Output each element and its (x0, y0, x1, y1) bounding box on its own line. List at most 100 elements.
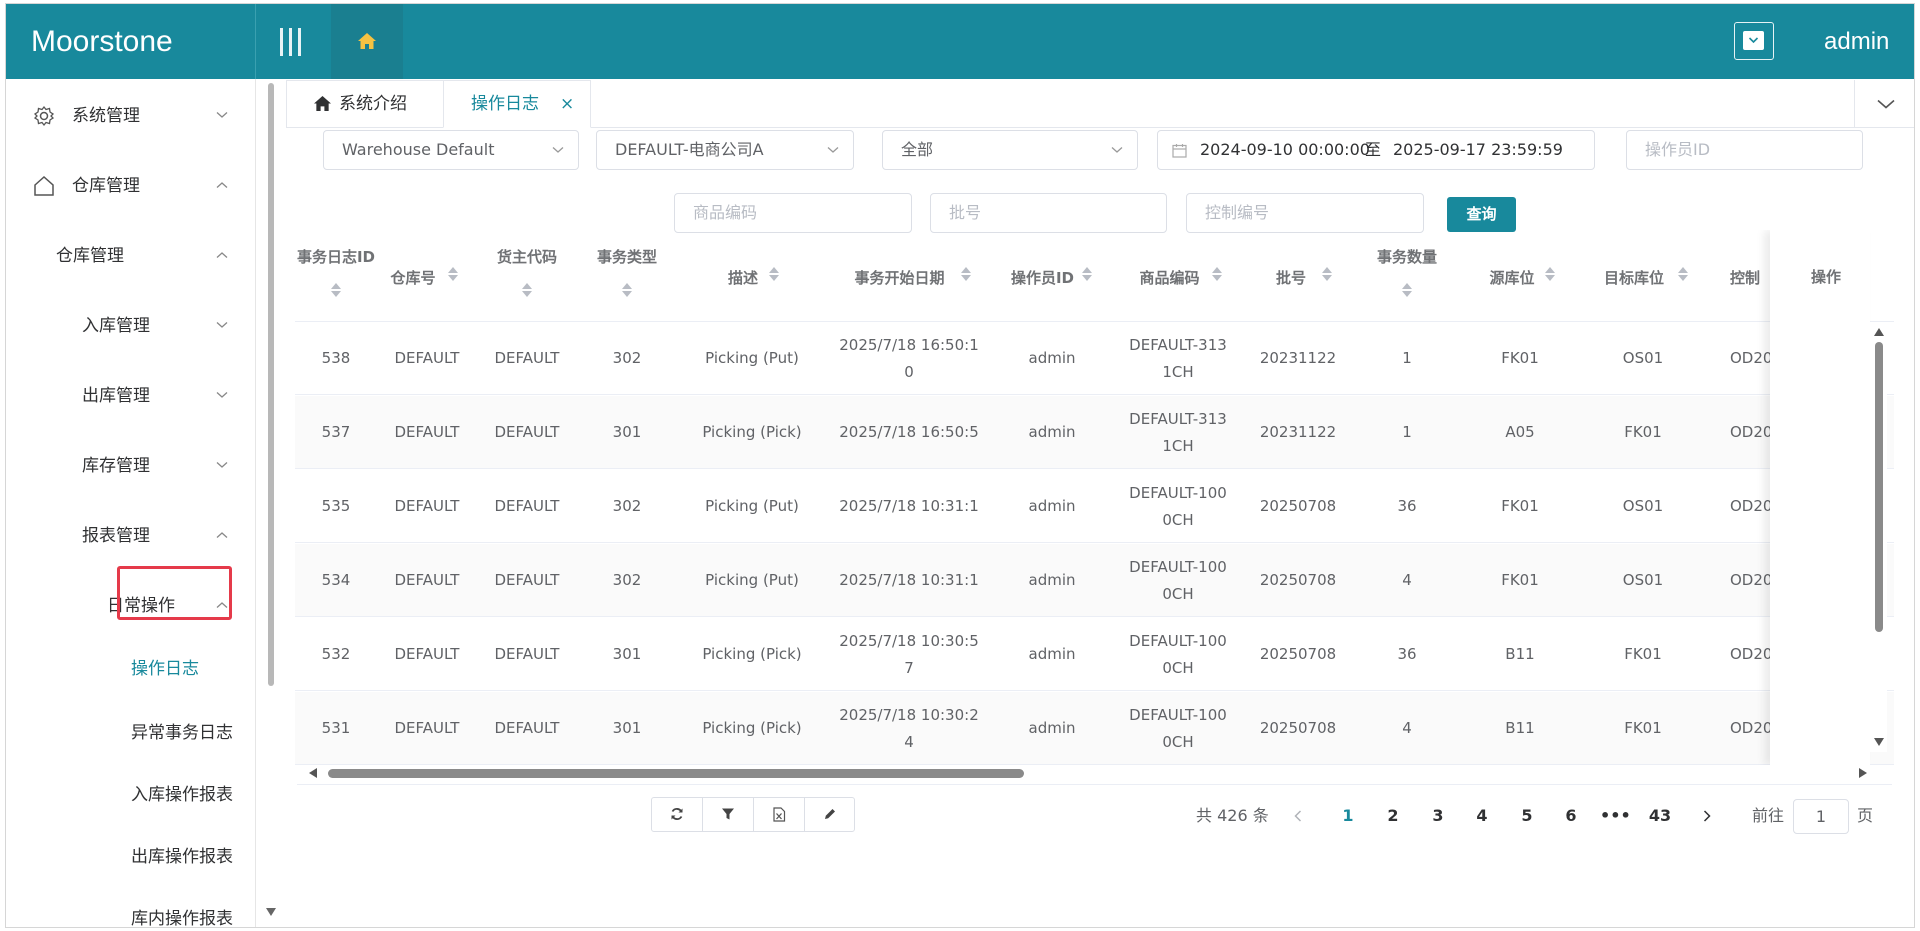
sidebar-item-warehouse[interactable]: 仓库管理 (6, 166, 236, 206)
sidebar-item-operation-log[interactable]: 操作日志 (6, 649, 236, 689)
column-header-warehouse[interactable]: 仓库号 (377, 230, 477, 318)
sidebar-scrollbar-thumb[interactable] (268, 83, 274, 686)
column-header-control[interactable]: 控制 (1707, 230, 1777, 318)
query-button[interactable]: 查询 (1447, 197, 1516, 232)
warehouse-select[interactable]: Warehouse Default (323, 130, 579, 170)
transaction-type-select[interactable]: 全部 (882, 130, 1138, 170)
scroll-down-arrow-icon[interactable] (1874, 738, 1884, 746)
sidebar-item-inbound-report[interactable]: 入库操作报表 (6, 775, 236, 815)
sort-icon[interactable] (622, 283, 632, 297)
goto-page-input[interactable]: 1 (1793, 799, 1849, 834)
table-row[interactable]: 537 DEFAULT DEFAULT 301 Picking (Pick) 2025/7… (295, 396, 1894, 469)
chevron-down-icon (552, 147, 564, 153)
sort-icon[interactable] (1678, 267, 1688, 281)
column-header-label: 事务日志ID (296, 248, 376, 266)
prev-page-button[interactable] (1288, 802, 1308, 830)
cell-type: 302 (612, 497, 642, 515)
column-header-description[interactable]: 描述 (677, 230, 827, 318)
operator-id-input[interactable]: 操作员ID (1626, 130, 1863, 170)
date-separator: 至 (1365, 140, 1382, 159)
page-number[interactable]: 6 (1556, 802, 1586, 830)
table-row[interactable]: 535 DEFAULT DEFAULT 302 Picking (Put) 2025/7/… (295, 470, 1894, 543)
owner-select[interactable]: DEFAULT-电商公司A (596, 130, 854, 170)
table-row[interactable]: 531 DEFAULT DEFAULT 301 Picking (Pick) 2025/7… (295, 692, 1894, 765)
control-no-input[interactable]: 控制编号 (1186, 193, 1424, 233)
column-header-type[interactable]: 事务类型 (577, 230, 677, 318)
sidebar-item-reports[interactable]: 报表管理 (6, 516, 236, 556)
sidebar-item-warehouse-sub[interactable]: 仓库管理 (6, 236, 236, 276)
chevron-up-icon (216, 182, 228, 188)
scroll-down-arrow-icon[interactable] (266, 908, 276, 916)
page-number[interactable]: 4 (1467, 802, 1497, 830)
current-user[interactable]: admin (1824, 4, 1889, 79)
chevron-up-icon (216, 252, 228, 258)
sidebar-item-label: 仓库管理 (56, 246, 124, 266)
vertical-scrollbar-thumb[interactable] (1875, 342, 1883, 632)
scroll-right-arrow-icon[interactable] (1859, 768, 1867, 778)
export-excel-button[interactable] (754, 798, 805, 831)
tabs-menu-button[interactable] (1854, 80, 1914, 128)
sidebar-item-inventory[interactable]: 库存管理 (6, 446, 236, 486)
sort-icon[interactable] (961, 267, 971, 281)
page-number[interactable]: 43 (1645, 802, 1675, 830)
cell-sku: DEFAULT-313 1CH (1129, 409, 1227, 455)
sidebar-item-internal-report[interactable]: 库内操作报表 (6, 899, 236, 927)
column-header-target-loc[interactable]: 目标库位 (1579, 230, 1707, 318)
sort-icon[interactable] (1545, 267, 1555, 281)
column-header-operator[interactable]: 操作员ID (991, 230, 1113, 318)
cell-warehouse: DEFAULT (394, 497, 460, 515)
sku-input[interactable]: 商品编码 (674, 193, 912, 233)
sort-icon[interactable] (331, 283, 341, 297)
lot-input[interactable]: 批号 (930, 193, 1167, 233)
user-dropdown-button[interactable] (1734, 22, 1774, 60)
scroll-left-arrow-icon[interactable] (309, 768, 317, 778)
sort-icon[interactable] (1082, 267, 1092, 281)
page-number[interactable]: 2 (1378, 802, 1408, 830)
sidebar-item-label: 异常事务日志 (131, 723, 233, 743)
table-row[interactable]: 538 DEFAULT DEFAULT 302 Picking (Put) 2025/7/… (295, 322, 1894, 395)
table-horizontal-scrollbar[interactable] (297, 765, 1892, 781)
tab-operation-log[interactable]: 操作日志 × (443, 80, 591, 128)
cell-operator: admin (1028, 423, 1076, 441)
sidebar-item-exception-log[interactable]: 异常事务日志 (6, 713, 236, 753)
column-header-lot[interactable]: 批号 (1243, 230, 1353, 318)
home-nav-button[interactable] (331, 4, 403, 79)
cell-source-loc: B11 (1505, 645, 1535, 663)
column-header-log-id[interactable]: 事务日志ID (295, 230, 377, 318)
page-number[interactable]: 3 (1423, 802, 1453, 830)
table-vertical-scrollbar[interactable] (1870, 322, 1887, 752)
menu-toggle-icon[interactable] (280, 28, 306, 56)
table-row[interactable]: 534 DEFAULT DEFAULT 302 Picking (Put) 2025/7/… (295, 544, 1894, 617)
column-header-quantity[interactable]: 事务数量 (1353, 230, 1461, 318)
sort-icon[interactable] (448, 267, 458, 281)
refresh-button[interactable] (652, 798, 703, 831)
scroll-up-arrow-icon[interactable] (1874, 328, 1884, 336)
edit-button[interactable] (805, 798, 856, 831)
sort-icon[interactable] (1402, 283, 1412, 297)
horizontal-scrollbar-thumb[interactable] (328, 769, 1024, 778)
fixed-action-column: 操作 (1770, 230, 1870, 765)
sidebar-item-outbound[interactable]: 出库管理 (6, 376, 236, 416)
sort-icon[interactable] (1322, 267, 1332, 281)
close-icon[interactable]: × (560, 81, 574, 127)
date-range-picker[interactable]: 2024-09-10 00:00:00 至 2025-09-17 23:59:5… (1157, 130, 1595, 170)
operation-log-table: 事务日志ID 仓库号 货主代码 事务类型 描述 事务开始日期 操作员ID 商品编… (295, 230, 1894, 765)
column-header-start-date[interactable]: 事务开始日期 (827, 230, 991, 318)
page-number[interactable]: 1 (1333, 802, 1363, 830)
table-row[interactable]: 532 DEFAULT DEFAULT 301 Picking (Pick) 2025/7… (295, 618, 1894, 691)
sort-icon[interactable] (769, 267, 779, 281)
sidebar-item-system[interactable]: 系统管理 (6, 96, 236, 136)
filter-button[interactable] (703, 798, 754, 831)
column-header-source-loc[interactable]: 源库位 (1461, 230, 1579, 318)
sort-icon[interactable] (522, 283, 532, 297)
pagination-more[interactable]: ••• (1600, 802, 1631, 830)
page-number[interactable]: 5 (1512, 802, 1542, 830)
column-header-owner[interactable]: 货主代码 (477, 230, 577, 318)
sort-icon[interactable] (1212, 267, 1222, 281)
sidebar-item-inbound[interactable]: 入库管理 (6, 306, 236, 346)
column-header-sku[interactable]: 商品编码 (1113, 230, 1243, 318)
next-page-button[interactable] (1697, 802, 1717, 830)
pagination-total: 共 426 条 (1196, 806, 1269, 825)
sidebar-item-outbound-report[interactable]: 出库操作报表 (6, 837, 236, 877)
tab-system-intro[interactable]: 系统介绍 (286, 80, 444, 128)
